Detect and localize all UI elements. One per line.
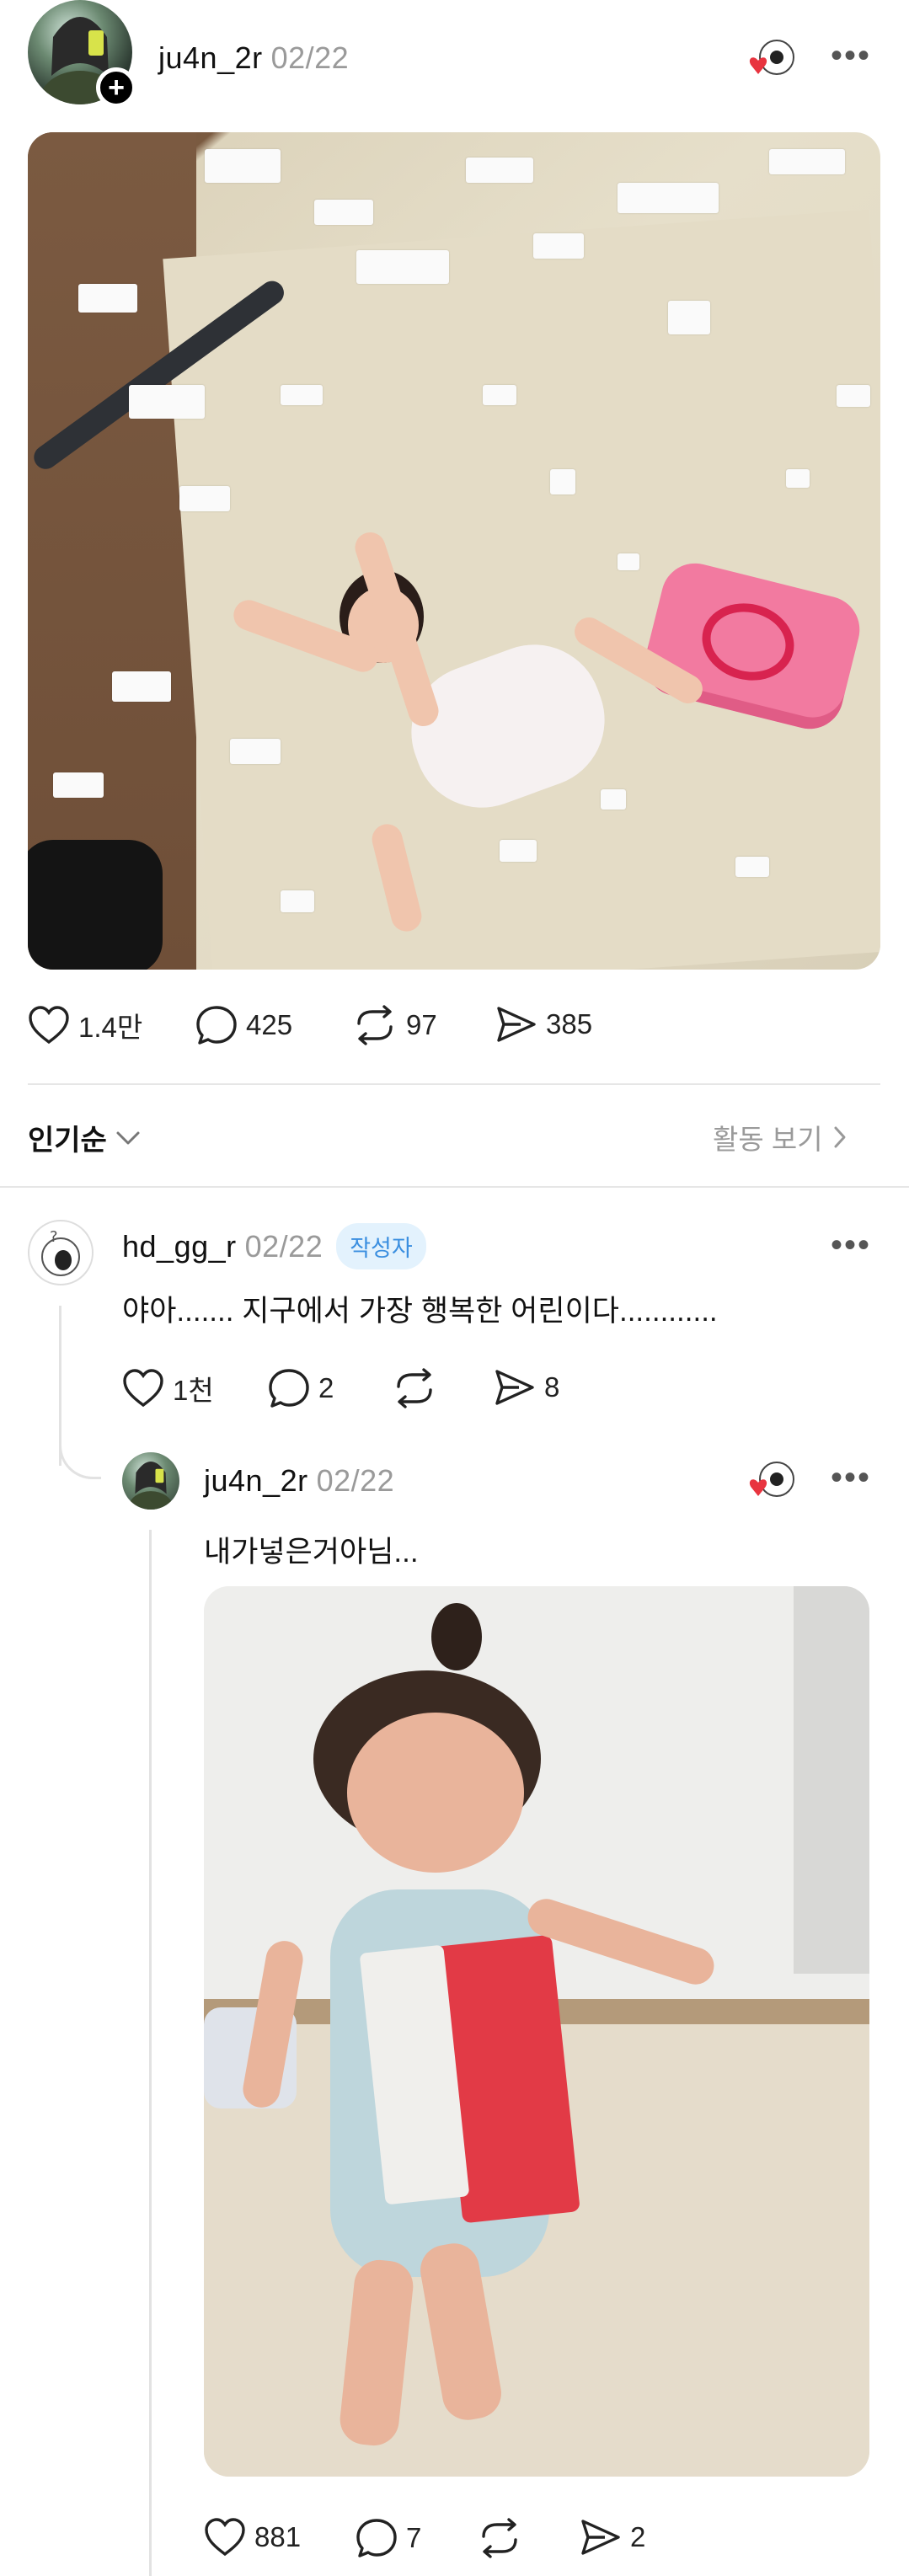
- view-activity-link[interactable]: 활동 보기: [713, 1117, 847, 1157]
- post-share-count: 385: [546, 1008, 593, 1039]
- comment-2-like-button[interactable]: 881: [204, 2518, 301, 2557]
- comment-1-like-count: 1천: [173, 1375, 214, 1406]
- chevron-down-icon: [115, 1130, 141, 1146]
- comment-1-text: 야아....... 지구에서 가장 행복한 어린이다............: [122, 1295, 718, 1328]
- comment-2-repost-button[interactable]: [477, 2518, 522, 2558]
- post-repost-count: 97: [406, 1009, 437, 1040]
- post-more-button[interactable]: •••: [831, 39, 871, 72]
- comment-1-repost-button[interactable]: [392, 1368, 437, 1408]
- sort-divider: [0, 1186, 909, 1188]
- repost-icon: [392, 1368, 437, 1408]
- comment-1-username[interactable]: hd_gg_r: [122, 1229, 237, 1264]
- plus-icon: +: [108, 72, 125, 104]
- post-comment-button[interactable]: 425: [195, 1005, 292, 1045]
- comment-2-header: ju4n_2r 02/22: [204, 1463, 394, 1499]
- comment-1-header: hd_gg_r 02/22 작성자: [122, 1223, 426, 1269]
- post-comment-count: 425: [246, 1009, 293, 1040]
- comment-2-share-button[interactable]: 2: [580, 2518, 645, 2557]
- post-photo[interactable]: [28, 132, 880, 970]
- comment-2-date: 02/22: [316, 1463, 395, 1498]
- comment-2-reply-button[interactable]: 7: [356, 2518, 421, 2558]
- view-activity-label: 활동 보기: [713, 1124, 823, 1155]
- post-like-button[interactable]: 1.4만: [28, 1005, 142, 1045]
- follow-status-icon: [743, 37, 797, 83]
- chevron-right-icon: [833, 1125, 847, 1149]
- send-icon: [580, 2518, 622, 2557]
- comment-1-like-button[interactable]: 1천: [122, 1368, 214, 1408]
- follow-plus-button[interactable]: +: [96, 67, 136, 108]
- comment-2-text: 내가넣은거아님...: [204, 1536, 419, 1569]
- comment-2-reply-count: 7: [406, 2522, 422, 2553]
- comment-2-more-button[interactable]: •••: [831, 1461, 871, 1494]
- comment-2-share-count: 2: [630, 2521, 646, 2552]
- post-author-username[interactable]: ju4n_2r: [158, 40, 263, 75]
- thread-connector: [59, 1432, 101, 1479]
- heart-icon: [122, 1369, 164, 1408]
- send-icon: [495, 1005, 537, 1044]
- comment-1-reply-button[interactable]: 2: [268, 1368, 334, 1408]
- repost-icon: [352, 1005, 398, 1045]
- author-badge: 작성자: [336, 1223, 426, 1269]
- follow-status-icon: [743, 1459, 797, 1504]
- send-icon: [494, 1368, 536, 1407]
- comment-2-username[interactable]: ju4n_2r: [204, 1463, 308, 1499]
- comment-1-share-count: 8: [544, 1371, 560, 1403]
- sort-label: 인기순: [28, 1125, 107, 1157]
- post-repost-button[interactable]: 97: [352, 1005, 437, 1045]
- post-like-count: 1.4만: [78, 1012, 143, 1043]
- svg-text:?: ?: [50, 1228, 58, 1246]
- post-author-line: ju4n_2r 02/22: [158, 40, 349, 76]
- post-share-button[interactable]: 385: [495, 1005, 592, 1044]
- heart-icon: [204, 2518, 246, 2557]
- comment-1-more-button[interactable]: •••: [831, 1228, 871, 1262]
- comment-1-date: 02/22: [244, 1228, 323, 1264]
- sort-dropdown[interactable]: 인기순: [28, 1117, 141, 1158]
- repost-icon: [477, 2518, 522, 2558]
- reply-author-avatar[interactable]: [122, 1452, 179, 1510]
- reply-thread-line: [149, 1530, 152, 2576]
- reply-photo[interactable]: [204, 1586, 869, 2477]
- comment-author-avatar[interactable]: ?: [28, 1220, 94, 1285]
- heart-icon: [28, 1006, 70, 1045]
- post-date: 02/22: [270, 40, 350, 75]
- comment-1-reply-count: 2: [318, 1372, 334, 1403]
- comment-icon: [195, 1005, 238, 1045]
- comment-icon: [268, 1368, 310, 1408]
- comment-icon: [356, 2518, 398, 2558]
- comment-2-like-count: 881: [254, 2521, 302, 2552]
- comment-1-share-button[interactable]: 8: [494, 1368, 559, 1407]
- stats-divider: [28, 1083, 880, 1085]
